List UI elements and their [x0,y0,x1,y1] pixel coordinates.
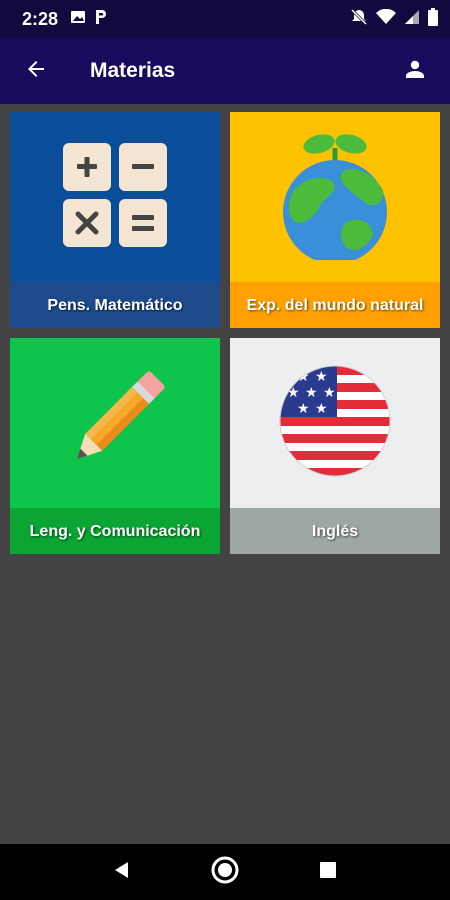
signal-icon [404,9,420,30]
subject-label: Exp. del mundo natural [230,282,440,328]
status-bar: 2:28 [0,0,450,38]
back-triangle-icon [112,860,132,885]
account-button[interactable] [380,38,450,104]
person-icon [403,57,427,86]
app-bar: Materias [0,38,450,104]
system-nav-bar [0,844,450,900]
pencil-icon [55,361,175,486]
subject-label: Leng. y Comunicación [10,508,220,554]
tile-icon-area [10,112,220,282]
subject-label: Pens. Matemático [10,282,220,328]
tile-icon-area [230,112,440,282]
svg-text:★: ★ [315,401,328,417]
subject-tile-english[interactable]: ★ ★ ★ ★ ★ ★ ★ Inglés [230,338,440,554]
subjects-grid: Pens. Matemático Exp. del mundo natural [10,112,440,554]
subject-tile-natural-world[interactable]: Exp. del mundo natural [230,112,440,328]
status-right-icons [350,7,438,31]
mute-icon [350,8,368,31]
tile-icon-area: ★ ★ ★ ★ ★ ★ ★ [230,338,440,508]
svg-text:★: ★ [297,401,310,417]
home-circle-icon [210,855,240,890]
recents-square-icon [319,861,337,884]
globe-plant-icon [275,130,395,265]
subject-tile-language[interactable]: Leng. y Comunicación [10,338,220,554]
svg-text:★: ★ [305,385,318,401]
tile-icon-area [10,338,220,508]
nav-recents-button[interactable] [308,852,348,892]
svg-text:★: ★ [315,369,328,385]
wifi-icon [376,8,396,30]
status-left-icons [70,9,108,30]
subject-tile-math[interactable]: Pens. Matemático [10,112,220,328]
nav-back-button[interactable] [102,852,142,892]
arrow-back-icon [24,57,48,86]
back-button[interactable] [0,38,72,104]
svg-text:★: ★ [297,369,310,385]
battery-icon [428,7,438,31]
us-flag-icon: ★ ★ ★ ★ ★ ★ ★ [275,361,395,486]
calculator-icon [55,135,175,260]
status-time: 2:28 [22,8,59,29]
parking-p-icon [94,9,108,30]
svg-text:★: ★ [287,385,300,401]
svg-text:★: ★ [323,385,336,401]
image-icon [70,9,86,30]
nav-home-button[interactable] [205,852,245,892]
subject-label: Inglés [230,508,440,554]
page-title: Materias [90,59,176,82]
